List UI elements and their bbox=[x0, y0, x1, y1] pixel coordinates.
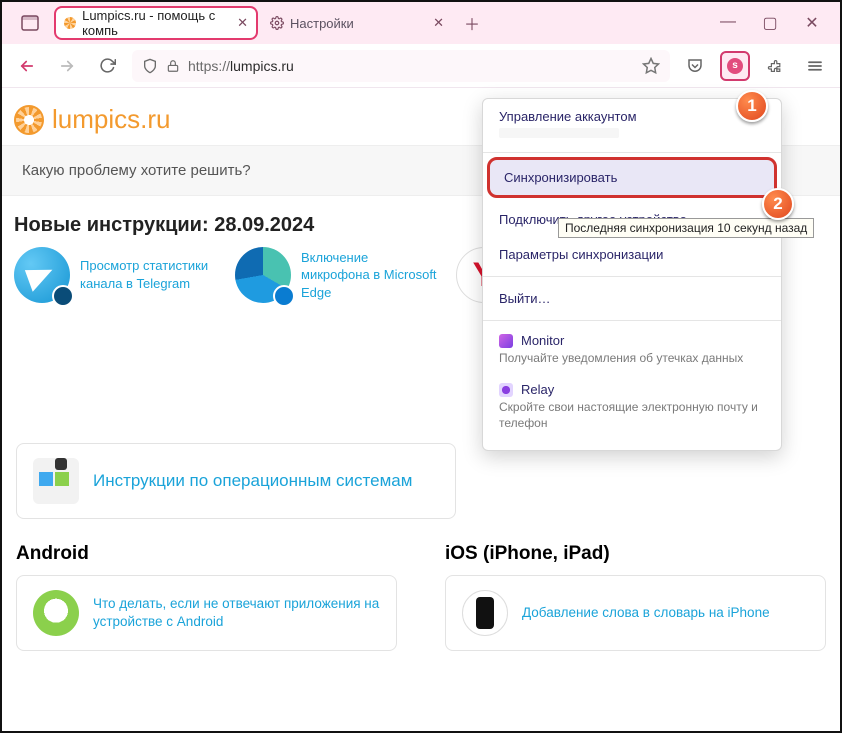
maximize-icon[interactable]: ▢ bbox=[760, 13, 780, 33]
edge-icon bbox=[235, 247, 291, 303]
favicon-lumpics bbox=[64, 16, 76, 30]
card-edge[interactable]: Включение микрофона в Microsoft Edge bbox=[235, 247, 440, 303]
back-button[interactable] bbox=[12, 51, 42, 81]
account-button[interactable]: s bbox=[720, 51, 750, 81]
urlbar[interactable]: https://lumpics.ru bbox=[132, 50, 670, 82]
lock-icon[interactable] bbox=[166, 59, 180, 73]
card-text: Просмотр статистики канала в Telegram bbox=[80, 257, 219, 292]
platform-heading: Android bbox=[2, 539, 411, 575]
android-icon bbox=[33, 590, 79, 636]
toolbar: https://lumpics.ru s bbox=[2, 44, 840, 88]
divider bbox=[483, 276, 781, 277]
platform-card-ios[interactable]: Добавление слова в словарь на iPhone bbox=[445, 575, 826, 651]
platform-card-text: Добавление слова в словарь на iPhone bbox=[522, 604, 770, 622]
platform-ios: iOS (iPhone, iPad) Добавление слова в сл… bbox=[431, 539, 840, 651]
tab-close-icon[interactable]: ✕ bbox=[237, 15, 248, 31]
callout-2: 2 bbox=[762, 188, 794, 220]
dropdown-sync-now[interactable]: Синхронизировать bbox=[487, 157, 777, 198]
dropdown-sign-out[interactable]: Выйти… bbox=[483, 281, 781, 316]
account-dropdown: Управление аккаунтом Синхронизировать По… bbox=[482, 98, 782, 451]
menu-icon[interactable] bbox=[800, 51, 830, 81]
recent-tabs-icon[interactable] bbox=[10, 9, 50, 37]
os-instructions-box[interactable]: Инструкции по операционным системам bbox=[16, 443, 456, 519]
bookmark-star-icon[interactable] bbox=[642, 57, 660, 75]
tab-settings[interactable]: Настройки ✕ bbox=[262, 8, 452, 38]
card-text: Включение микрофона в Microsoft Edge bbox=[301, 249, 440, 302]
search-placeholder: Какую проблему хотите решить? bbox=[22, 162, 251, 179]
extensions-icon[interactable] bbox=[760, 51, 790, 81]
tab-close-icon[interactable]: ✕ bbox=[433, 15, 444, 31]
dropdown-monitor[interactable]: Monitor Получайте уведомления об утечках… bbox=[483, 325, 781, 374]
brand-logo-icon bbox=[14, 105, 44, 135]
card-telegram[interactable]: Просмотр статистики канала в Telegram bbox=[14, 247, 219, 303]
platforms-row: Android Что делать, если не отвечают при… bbox=[2, 539, 840, 651]
tab-title: Lumpics.ru - помощь с компь bbox=[82, 8, 231, 38]
account-email-placeholder bbox=[499, 128, 619, 138]
callout-1: 1 bbox=[736, 90, 768, 122]
shield-icon[interactable] bbox=[142, 58, 158, 74]
tab-lumpics[interactable]: Lumpics.ru - помощь с компь ✕ bbox=[56, 8, 256, 38]
platform-heading: iOS (iPhone, iPad) bbox=[431, 539, 840, 575]
relay-icon bbox=[499, 383, 513, 397]
forward-button[interactable] bbox=[52, 51, 82, 81]
url-text: https://lumpics.ru bbox=[188, 58, 294, 74]
os-box-text: Инструкции по операционным системам bbox=[93, 471, 412, 491]
dropdown-sync-settings[interactable]: Параметры синхронизации bbox=[483, 237, 781, 272]
platform-card-text: Что делать, если не отвечают приложения … bbox=[93, 595, 380, 631]
monitor-icon bbox=[499, 334, 513, 348]
reload-button[interactable] bbox=[92, 51, 122, 81]
minimize-icon[interactable]: ― bbox=[718, 13, 738, 33]
brand-text: lumpics.ru bbox=[52, 104, 170, 135]
platform-card-android[interactable]: Что делать, если не отвечают приложения … bbox=[16, 575, 397, 651]
divider bbox=[483, 320, 781, 321]
pocket-icon[interactable] bbox=[680, 51, 710, 81]
platform-android: Android Что делать, если не отвечают при… bbox=[2, 539, 411, 651]
account-avatar-icon: s bbox=[727, 58, 743, 74]
divider bbox=[483, 152, 781, 153]
os-thumb-icon bbox=[33, 458, 79, 504]
telegram-icon bbox=[14, 247, 70, 303]
tab-title: Настройки bbox=[290, 16, 354, 31]
iphone-icon bbox=[462, 590, 508, 636]
new-tab-button[interactable]: ＋ bbox=[458, 9, 486, 37]
gear-icon bbox=[270, 16, 284, 30]
dropdown-relay[interactable]: Relay Скройте свои настоящие электронную… bbox=[483, 374, 781, 439]
sync-tooltip: Последняя синхронизация 10 секунд назад bbox=[558, 218, 814, 238]
close-window-icon[interactable]: ✕ bbox=[802, 13, 822, 33]
titlebar: Lumpics.ru - помощь с компь ✕ Настройки … bbox=[2, 2, 840, 44]
window-controls: ― ▢ ✕ bbox=[718, 13, 832, 33]
